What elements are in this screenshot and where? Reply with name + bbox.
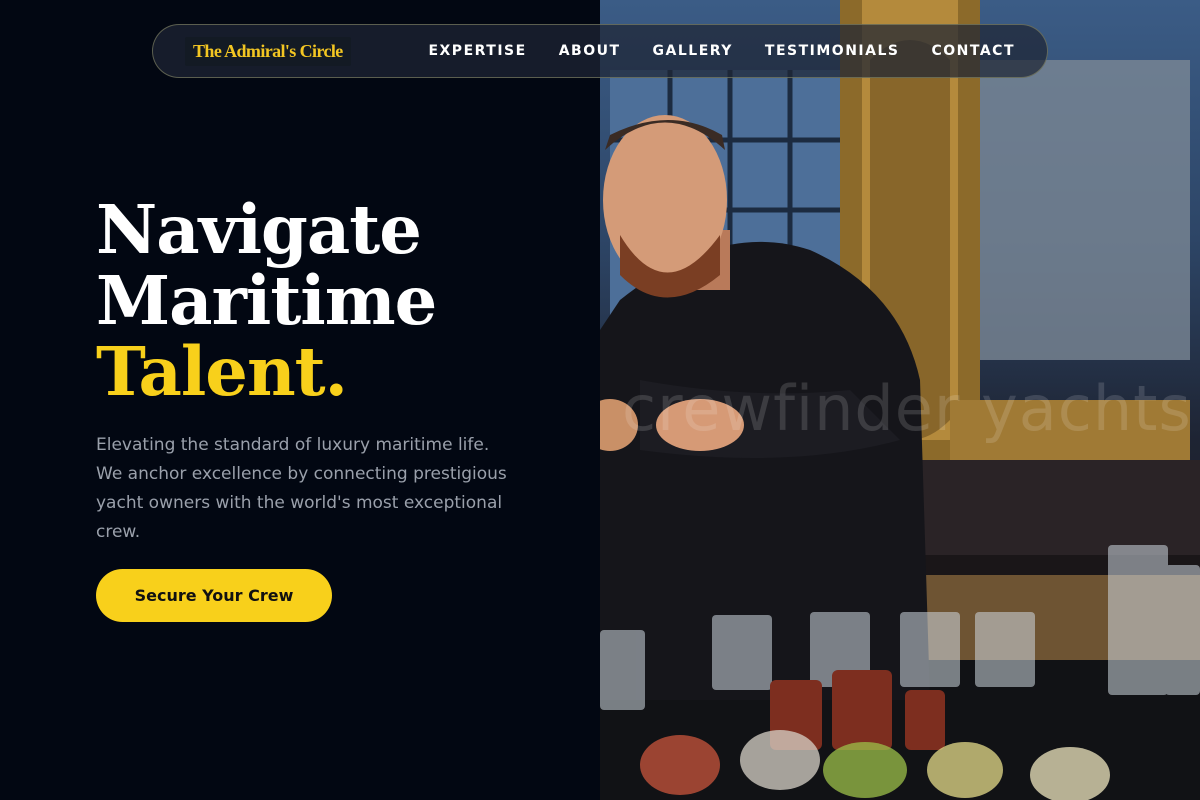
brand-logo[interactable]: The Admiral's Circle — [185, 36, 351, 66]
secure-your-crew-button[interactable]: Secure Your Crew — [96, 569, 332, 622]
hero-headline-accent: Talent. — [96, 332, 348, 411]
nav-link-about[interactable]: ABOUT — [559, 43, 621, 59]
nav-link-contact[interactable]: CONTACT — [931, 43, 1015, 59]
nav-link-gallery[interactable]: GALLERY — [653, 43, 733, 59]
nav-links: EXPERTISE ABOUT GALLERY TESTIMONIALS CON… — [396, 43, 1015, 59]
nav-link-testimonials[interactable]: TESTIMONIALS — [765, 43, 900, 59]
nav-link-expertise[interactable]: EXPERTISE — [428, 43, 526, 59]
hero-photo-bartender: crewfinder yachts — [600, 0, 1200, 800]
top-navigation-bar: The Admiral's Circle EXPERTISE ABOUT GAL… — [152, 24, 1048, 78]
hero-subtitle: Elevating the standard of luxury maritim… — [96, 435, 507, 542]
hero-section: Navigate Maritime Talent. Elevating the … — [96, 194, 536, 622]
hero-headline-line-1: Navigate — [96, 190, 422, 269]
hero-headline-line-2: Maritime — [96, 261, 437, 340]
hero-headline: Navigate Maritime Talent. — [96, 194, 536, 407]
